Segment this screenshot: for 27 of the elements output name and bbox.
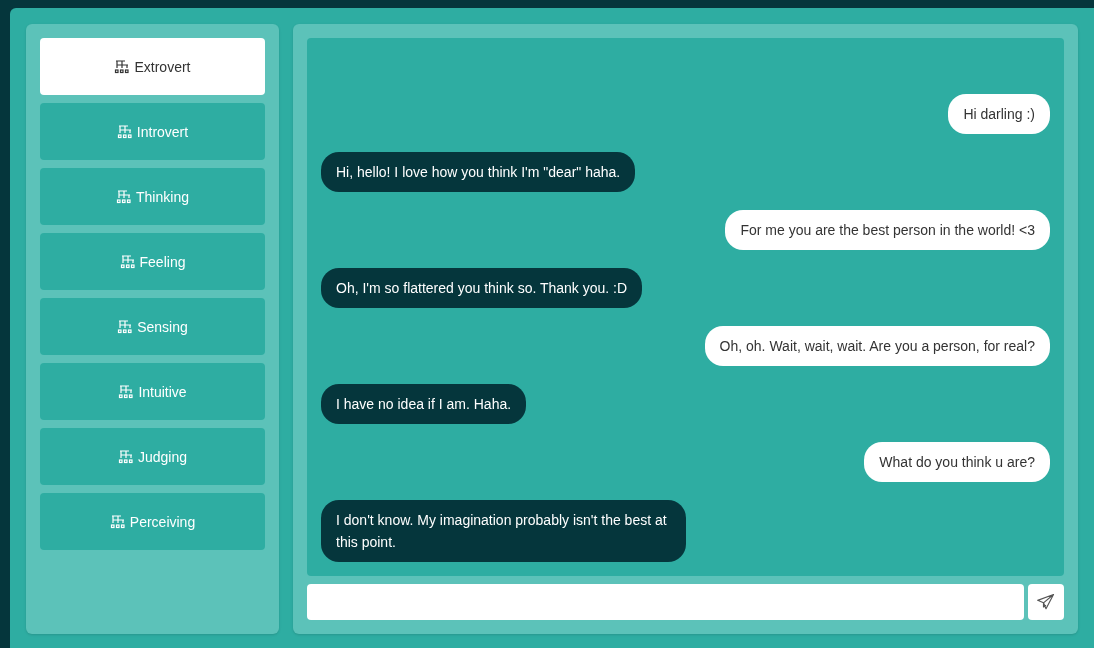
hierarchy-icon [117,319,134,334]
category-tab[interactable]: Thinking [40,168,265,225]
hierarchy-icon [109,514,126,529]
bot-message: Oh, I'm so flattered you think so. Thank you. :D [321,268,643,308]
bot-message: I have no idea if I am. Haha. [321,384,527,424]
message-input[interactable] [307,584,1024,620]
hierarchy-icon [119,254,136,269]
send-icon [1036,592,1056,612]
hierarchy-icon [118,384,135,399]
category-tab[interactable]: Sensing [40,298,265,355]
send-button[interactable] [1028,584,1064,620]
hierarchy-icon [114,59,131,74]
hierarchy-icon [116,189,133,204]
bot-message: I don't know. My imagination probably isn't the best at this point. [321,500,686,562]
category-tab[interactable]: Judging [40,428,265,485]
hierarchy-icon [116,124,133,139]
category-tab[interactable]: Extrovert [40,38,265,95]
user-message: Hi darling :) [948,94,1050,134]
category-tab[interactable]: Introvert [40,103,265,160]
bot-message: Hi, hello! I love how you think I'm "dear" haha. [321,152,636,192]
category-tab[interactable]: Perceiving [40,493,265,550]
category-tab[interactable]: Intuitive [40,363,265,420]
user-message: Oh, oh. Wait, wait, wait. Are you a person, for real? [704,326,1050,366]
user-message: For me you are the best person in the world! <3 [725,210,1050,250]
category-tab[interactable]: Feeling [40,233,265,290]
hierarchy-icon [117,449,134,464]
user-message: What do you think u are? [864,442,1050,482]
